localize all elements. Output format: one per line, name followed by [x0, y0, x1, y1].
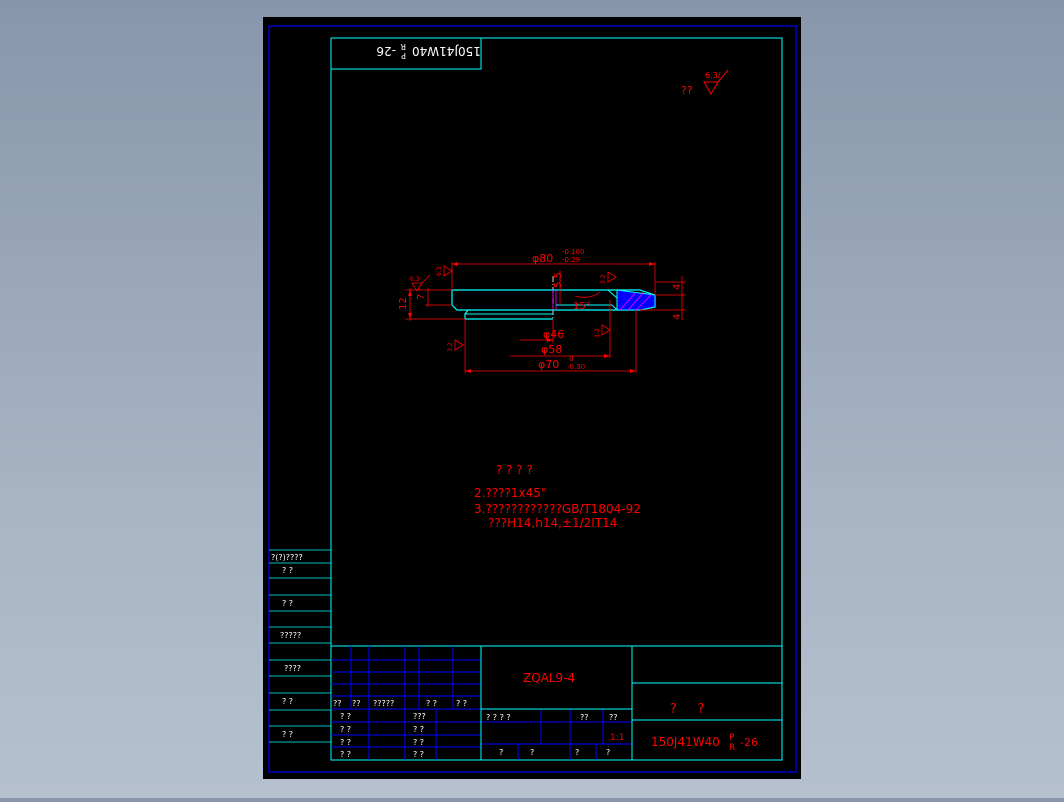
svg-text:3.2: 3.2: [594, 328, 601, 338]
dim-phi58: φ58: [541, 343, 562, 356]
dim-phi70: φ70: [538, 358, 559, 371]
top-stamp-code: 150J41W40: [412, 44, 481, 58]
drawing-number: 150J41W40: [651, 735, 720, 749]
registry-row: ? ?: [282, 697, 293, 706]
dim-h12: 12: [398, 297, 409, 310]
registry-row: ? ?: [282, 730, 293, 739]
registry-row: ????: [284, 664, 301, 673]
svg-text:? ?: ? ?: [340, 750, 351, 759]
notes-heading: ? ? ? ?: [496, 463, 533, 477]
general-roughness-prefix: ??: [681, 84, 693, 97]
cad-viewport: 150J41W40 P R -26 ?? 6.3/ φ80 -0.100 -0.…: [0, 0, 1064, 798]
svg-text:? ?: ? ?: [340, 725, 351, 734]
svg-text:??: ??: [352, 699, 361, 708]
svg-text:?: ?: [575, 748, 579, 757]
dim-h5-5: 5.5: [553, 272, 564, 288]
svg-text:? ?: ? ?: [413, 750, 424, 759]
svg-text:?: ?: [499, 748, 503, 757]
svg-text:3.2: 3.2: [600, 274, 607, 284]
svg-text:??: ??: [333, 699, 342, 708]
scale-value: 1:1: [610, 733, 624, 743]
svg-text:? ?: ? ?: [456, 699, 467, 708]
top-stamp-sup: P: [401, 51, 406, 60]
svg-text:? ?: ? ?: [340, 712, 351, 721]
svg-text:3.2: 3.2: [447, 342, 454, 352]
dim-angle15: 15°: [573, 301, 591, 312]
svg-text:??: ??: [609, 713, 618, 722]
drawing-number-sup: P: [729, 733, 735, 743]
dim-h7: 7: [416, 294, 427, 300]
dim-phi46: φ46: [543, 328, 564, 341]
dim-phi70-upper: 0: [569, 355, 573, 363]
svg-text:??: ??: [580, 713, 589, 722]
drawing-number-sub: R: [729, 743, 735, 753]
dim-phi80-lower: -0.29: [562, 256, 580, 264]
svg-text:? ?: ? ?: [413, 738, 424, 747]
top-stamp-sub: R: [400, 42, 406, 51]
svg-text:???: ???: [413, 712, 426, 721]
svg-text:6.3: 6.3: [410, 276, 420, 283]
dim-right4a: 4: [672, 284, 683, 290]
dim-phi80-upper: -0.100: [562, 248, 585, 256]
svg-text:? ? ? ?: ? ? ? ?: [486, 713, 511, 722]
svg-text:? ?: ? ?: [426, 699, 437, 708]
notes-line-2: 2.????1x45°: [474, 486, 547, 500]
top-stamp-suffix: -26: [376, 44, 396, 58]
notes-line-4: ???H14,h14,±1/2IT14: [488, 516, 617, 530]
svg-text:6.3: 6.3: [436, 266, 443, 276]
notes-line-3: 3.????????????GB/T1804-92: [474, 502, 641, 516]
registry-row: ? ?: [282, 599, 293, 608]
dim-phi70-lower: -0.30: [567, 363, 585, 371]
svg-text:?????: ?????: [373, 699, 394, 708]
part-name: ? ?: [670, 702, 704, 717]
sheet-background: [263, 17, 801, 779]
svg-text:? ?: ? ?: [413, 725, 424, 734]
registry-row: ? ?: [282, 566, 293, 575]
general-roughness-value: 6.3/: [705, 71, 721, 80]
registry-title: ?(?)????: [271, 553, 303, 562]
drawing-number-suffix: -26: [740, 736, 758, 749]
svg-text:?: ?: [606, 748, 610, 757]
registry-row: ?????: [280, 631, 301, 640]
dim-right4b: 4: [672, 314, 683, 320]
drawing-canvas: 150J41W40 P R -26 ?? 6.3/ φ80 -0.100 -0.…: [263, 17, 801, 779]
svg-text:? ?: ? ?: [340, 738, 351, 747]
svg-text:?: ?: [530, 748, 534, 757]
material-label: ZQAL9-4: [523, 671, 575, 685]
dim-phi80: φ80: [532, 252, 553, 265]
